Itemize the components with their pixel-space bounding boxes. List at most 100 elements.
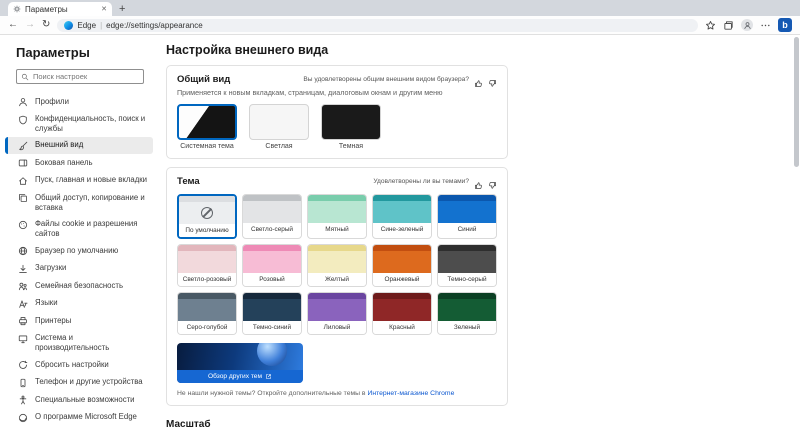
- sidebar-item[interactable]: Система и производительность: [5, 330, 153, 356]
- theme-swatch[interactable]: Светло-розовый: [177, 244, 237, 287]
- sidebar-item-label: Файлы cookie и разрешения сайтов: [35, 219, 149, 238]
- theme-swatch[interactable]: Оранжевый: [372, 244, 432, 287]
- sidebar-item[interactable]: Боковая панель: [5, 154, 153, 172]
- sidebar-item-label: Принтеры: [35, 316, 71, 326]
- thumbs-down-icon: [488, 79, 497, 88]
- sidebar-item[interactable]: Принтеры: [5, 312, 153, 330]
- cookie-icon: [18, 220, 28, 230]
- sidebar-item[interactable]: О программе Microsoft Edge: [5, 409, 153, 427]
- sidebar-item-label: Семейная безопасность: [35, 281, 123, 291]
- sidebar-item[interactable]: Семейная безопасность: [5, 277, 153, 295]
- swatch-body-color: [438, 201, 496, 223]
- chrome-store-link[interactable]: Интернет-магазине Chrome: [367, 390, 454, 397]
- swatch-body-color: [178, 251, 236, 273]
- thumbs-up-button[interactable]: [474, 177, 483, 186]
- sidebar-item-label: Телефон и другие устройства: [35, 377, 143, 387]
- theme-swatch[interactable]: По умолчанию: [177, 194, 237, 239]
- collections-icon[interactable]: [723, 20, 734, 31]
- theme-swatch[interactable]: Светло-серый: [242, 194, 302, 239]
- swatch-body-color: [308, 299, 366, 321]
- browser-icon: [18, 246, 28, 256]
- theme-footer-text: Не нашли нужной темы? Откройте дополните…: [177, 390, 367, 397]
- sidebar-item[interactable]: Пуск, главная и новые вкладки: [5, 172, 153, 190]
- appearance-option[interactable]: Светлая: [249, 104, 309, 150]
- forward-button[interactable]: →: [25, 20, 35, 30]
- page-scrollbar[interactable]: [794, 35, 799, 433]
- bing-button[interactable]: b: [778, 18, 792, 32]
- external-link-icon: [265, 373, 272, 380]
- edge-icon: [18, 413, 28, 423]
- sidebar-item[interactable]: Файлы cookie и разрешения сайтов: [5, 216, 153, 242]
- sidebar-item[interactable]: Специальные возможности: [5, 391, 153, 409]
- theme-swatch[interactable]: Сине-зеленый: [372, 194, 432, 239]
- appearance-icon: [18, 141, 28, 151]
- swatch-body-color: [308, 251, 366, 273]
- sidebar-icon: [18, 158, 28, 168]
- theme-swatch[interactable]: Серо-голубой: [177, 292, 237, 335]
- overall-appearance-card: Общий вид Вы удовлетворены общим внешним…: [166, 65, 508, 159]
- swatch-label: Серо-голубой: [178, 321, 236, 334]
- sidebar-title: Параметры: [16, 45, 158, 60]
- more-menu-icon[interactable]: [760, 20, 771, 31]
- theme-swatch[interactable]: Лиловый: [307, 292, 367, 335]
- tab-settings[interactable]: Параметры ✕: [8, 2, 112, 16]
- address-bar[interactable]: Edge | edge://settings/appearance: [57, 19, 698, 32]
- theme-swatch[interactable]: Розовый: [242, 244, 302, 287]
- sidebar-item-label: Конфиденциальность, поиск и службы: [35, 114, 149, 133]
- thumbs-down-button[interactable]: [488, 177, 497, 186]
- browse-themes-banner[interactable]: Обзор других тем: [177, 343, 303, 383]
- theme-swatch[interactable]: Желтый: [307, 244, 367, 287]
- theme-swatch[interactable]: Красный: [372, 292, 432, 335]
- sidebar-item[interactable]: Общий доступ, копирование и вставка: [5, 189, 153, 215]
- appearance-option[interactable]: Темная: [321, 104, 381, 150]
- theme-swatch[interactable]: Темно-серый: [437, 244, 497, 287]
- feedback-widget: Вы удовлетворены общим внешним видом бра…: [303, 75, 497, 84]
- feedback-question: Удовлетворены ли вы темами?: [373, 178, 469, 185]
- language-icon: [18, 299, 28, 309]
- browse-themes-button[interactable]: Обзор других тем: [177, 370, 303, 383]
- refresh-button[interactable]: ↻: [42, 20, 50, 30]
- scrollbar-thumb[interactable]: [794, 37, 799, 167]
- swatch-body-color: [438, 299, 496, 321]
- favorites-star-icon[interactable]: [705, 20, 716, 31]
- swatch-label: Лиловый: [308, 321, 366, 334]
- theme-swatch[interactable]: Мятный: [307, 194, 367, 239]
- back-button[interactable]: ←: [8, 20, 18, 30]
- settings-main: Настройка внешнего вида Общий вид Вы удо…: [158, 35, 800, 433]
- profile-avatar[interactable]: [741, 19, 753, 31]
- theme-swatch[interactable]: Синий: [437, 194, 497, 239]
- browser-toolbar: ← → ↻ Edge | edge://settings/appearance …: [0, 16, 800, 35]
- sidebar-item[interactable]: Внешний вид: [5, 137, 153, 155]
- sidebar-item[interactable]: Сбросить настройки: [5, 356, 153, 374]
- sidebar-item[interactable]: Телефон и другие устройства: [5, 374, 153, 392]
- theme-footer: Не нашли нужной темы? Откройте дополните…: [177, 390, 497, 397]
- family-icon: [18, 281, 28, 291]
- sidebar-item-label: О программе Microsoft Edge: [35, 412, 137, 422]
- sidebar-item[interactable]: Загрузки: [5, 260, 153, 278]
- appearance-option-preview: [177, 104, 237, 140]
- appearance-option-preview: [249, 104, 309, 140]
- theme-grid: По умолчаниюСветло-серыйМятныйСине-зелен…: [177, 194, 497, 335]
- sidebar-item[interactable]: Языки: [5, 295, 153, 313]
- browser-window: Параметры ✕ + ← → ↻ Edge | edge://settin…: [0, 0, 800, 433]
- search-icon: [21, 73, 29, 81]
- sidebar-item-label: Общий доступ, копирование и вставка: [35, 193, 149, 212]
- new-tab-button[interactable]: +: [119, 3, 125, 15]
- theme-swatch[interactable]: Темно-синий: [242, 292, 302, 335]
- address-url: edge://settings/appearance: [106, 21, 203, 30]
- thumbs-up-button[interactable]: [474, 75, 483, 84]
- theme-swatch[interactable]: Зеленый: [437, 292, 497, 335]
- appearance-option[interactable]: Системная тема: [177, 104, 237, 150]
- thumbs-down-button[interactable]: [488, 75, 497, 84]
- settings-search[interactable]: [16, 69, 144, 84]
- swatch-body-color: [373, 251, 431, 273]
- sidebar-item[interactable]: Браузер по умолчанию: [5, 242, 153, 260]
- feedback-widget: Удовлетворены ли вы темами?: [373, 177, 497, 186]
- no-theme-icon: [201, 207, 213, 219]
- tab-close-icon[interactable]: ✕: [101, 5, 107, 13]
- sidebar-item[interactable]: Профили: [5, 93, 153, 111]
- sidebar-item[interactable]: Конфиденциальность, поиск и службы: [5, 111, 153, 137]
- swatch-label: Светло-розовый: [178, 273, 236, 286]
- swatch-body-color: [373, 299, 431, 321]
- search-input[interactable]: [33, 72, 139, 81]
